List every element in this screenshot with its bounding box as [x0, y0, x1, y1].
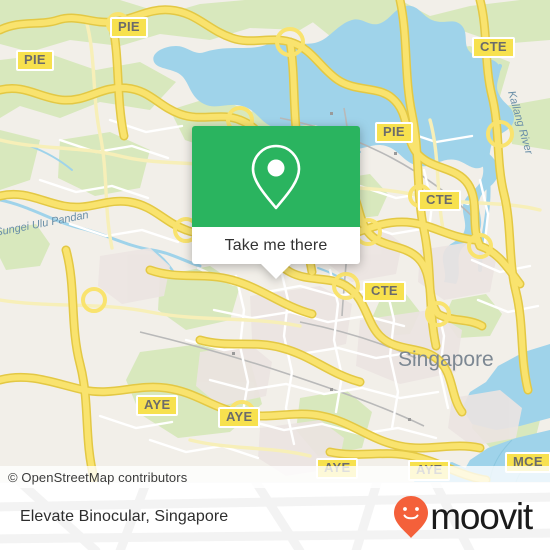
- highway-shield: CTE: [363, 281, 406, 302]
- highway-shield-label: PIE: [383, 124, 405, 139]
- footer-place-name: Elevate Binocular, Singapore: [20, 507, 229, 525]
- location-popup-card[interactable]: Take me there: [192, 126, 360, 279]
- highway-shield: CTE: [418, 190, 461, 211]
- osm-attribution-bar[interactable]: © OpenStreetMap contributors: [0, 466, 550, 488]
- highway-shield-label: AYE: [226, 409, 253, 424]
- highway-shield: CTE: [472, 37, 515, 58]
- popup-card-header: [192, 126, 360, 227]
- moovit-wordmark: moovit: [430, 496, 533, 537]
- moovit-pin-icon: [394, 495, 429, 538]
- attribution-text: © OpenStreetMap contributors: [8, 469, 188, 485]
- highway-shield-label: AYE: [144, 397, 171, 412]
- highway-shield-label: CTE: [371, 283, 398, 298]
- popup-card-footer[interactable]: Take me there: [192, 227, 360, 279]
- highway-shield: PIE: [16, 50, 54, 71]
- highway-shield-label: CTE: [480, 39, 507, 54]
- highway-shield: PIE: [110, 17, 148, 38]
- take-me-there-label: Take me there: [224, 236, 328, 254]
- popup-tail: [261, 264, 291, 279]
- map-pin-icon: [251, 144, 301, 209]
- highway-shield-label: PIE: [24, 52, 46, 67]
- highway-shield-label: CTE: [426, 192, 453, 207]
- highway-shield-label: PIE: [118, 19, 140, 34]
- highway-shield: AYE: [218, 407, 261, 428]
- highway-shield: PIE: [375, 122, 413, 143]
- moovit-logo[interactable]: moovit: [393, 495, 533, 539]
- map-screenshot-page: Singapore Sungei Ulu Pandan Kallang Rive…: [0, 0, 550, 550]
- highway-shield: AYE: [136, 395, 179, 416]
- footer-bar: Elevate Binocular, Singapore moovit: [0, 482, 550, 550]
